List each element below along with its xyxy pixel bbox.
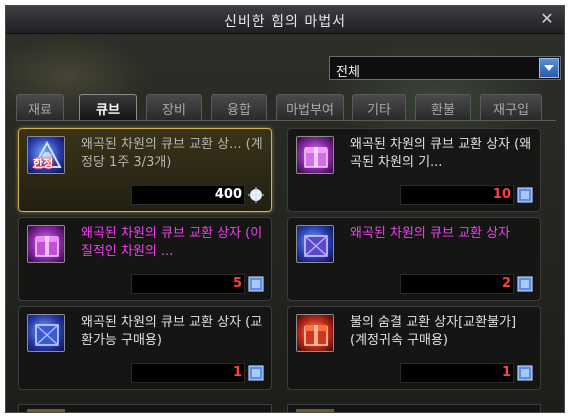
item-price: 400	[214, 187, 242, 202]
price-box: 10	[400, 185, 514, 205]
item-price: 5	[232, 276, 242, 291]
item-name: 왜곡된 차원의 큐브 교환 상자 (이질적인 차원의 ...	[81, 226, 263, 259]
tab-materials[interactable]: 재료	[16, 94, 64, 120]
shop-item[interactable]: 불의 숨결 교환 상자[교환불가] (계정귀속 구매용) 1	[287, 306, 541, 390]
tab-equipment[interactable]: 장비	[146, 94, 202, 120]
blue-cube-icon	[248, 276, 264, 292]
blue-cube-icon	[248, 365, 264, 381]
item-icon: 한정	[27, 136, 65, 174]
shop-item-partial[interactable]	[287, 404, 541, 412]
tab-enchant[interactable]: 마법부여	[276, 94, 344, 120]
chevron-down-icon[interactable]	[539, 58, 559, 78]
tab-fusion[interactable]: 융합	[211, 94, 267, 120]
limited-badge: 한정	[33, 157, 54, 170]
item-price: 1	[501, 365, 511, 380]
window-title: 신비한 힘의 마법서	[224, 14, 346, 30]
shop-item-partial[interactable]	[18, 404, 272, 412]
blue-cube-icon	[517, 276, 533, 292]
filter-selected-value: 전체	[336, 65, 360, 80]
item-icon	[296, 409, 334, 412]
item-icon	[296, 136, 334, 174]
item-name: 왜곡된 차원의 큐브 교환 상자 (왜곡된 차원의 기...	[350, 137, 532, 170]
item-price: 10	[492, 187, 511, 202]
item-icon	[27, 314, 65, 352]
shop-item[interactable]: 왜곡된 차원의 큐브 교환 상자 (왜곡된 차원의 기... 10	[287, 128, 541, 212]
title-bar[interactable]: 신비한 힘의 마법서 ✕	[6, 6, 564, 34]
blue-cube-icon	[517, 187, 533, 203]
item-name: 왜곡된 차원의 큐브 교환 상... (계정당 1주 3/3개)	[81, 137, 263, 170]
category-filter-dropdown[interactable]: 전체	[329, 56, 561, 80]
tab-cube[interactable]: 큐브	[79, 94, 137, 120]
price-box: 1	[131, 363, 245, 383]
price-box: 400	[131, 185, 245, 205]
blue-cube-icon	[517, 365, 533, 381]
price-box: 5	[131, 274, 245, 294]
tab-divider	[16, 120, 556, 121]
item-name: 불의 숨결 교환 상자[교환불가] (계정귀속 구매용)	[350, 315, 517, 348]
item-icon	[27, 225, 65, 263]
item-icon	[27, 409, 65, 412]
tab-repurchase[interactable]: 재구입	[480, 94, 542, 120]
tab-other[interactable]: 기타	[352, 94, 406, 120]
item-name: 왜곡된 차원의 큐브 교환 상자	[350, 226, 511, 241]
spellbook-window: 신비한 힘의 마법서 ✕ 전체 재료 큐브 장비 융합 마법부여 기타 환불 재…	[5, 5, 565, 413]
shop-item[interactable]: 왜곡된 차원의 큐브 교환 상자 2	[287, 217, 541, 301]
item-price: 1	[232, 365, 242, 380]
item-price: 2	[501, 276, 511, 291]
shop-item[interactable]: 왜곡된 차원의 큐브 교환 상자 (교환가능 구매용) 1	[18, 306, 272, 390]
price-box: 1	[400, 363, 514, 383]
close-icon[interactable]: ✕	[538, 9, 556, 29]
category-tabs: 재료 큐브 장비 융합 마법부여 기타 환불 재구입	[16, 94, 556, 120]
shop-item[interactable]: 한정 왜곡된 차원의 큐브 교환 상... (계정당 1주 3/3개) 400	[18, 128, 272, 212]
item-icon	[296, 225, 334, 263]
price-box: 2	[400, 274, 514, 294]
tab-refund[interactable]: 환불	[415, 94, 471, 120]
item-icon	[296, 314, 334, 352]
shop-item[interactable]: 왜곡된 차원의 큐브 교환 상자 (이질적인 차원의 ... 5	[18, 217, 272, 301]
item-name: 왜곡된 차원의 큐브 교환 상자 (교환가능 구매용)	[81, 315, 263, 348]
white-crystal-icon	[248, 187, 264, 203]
